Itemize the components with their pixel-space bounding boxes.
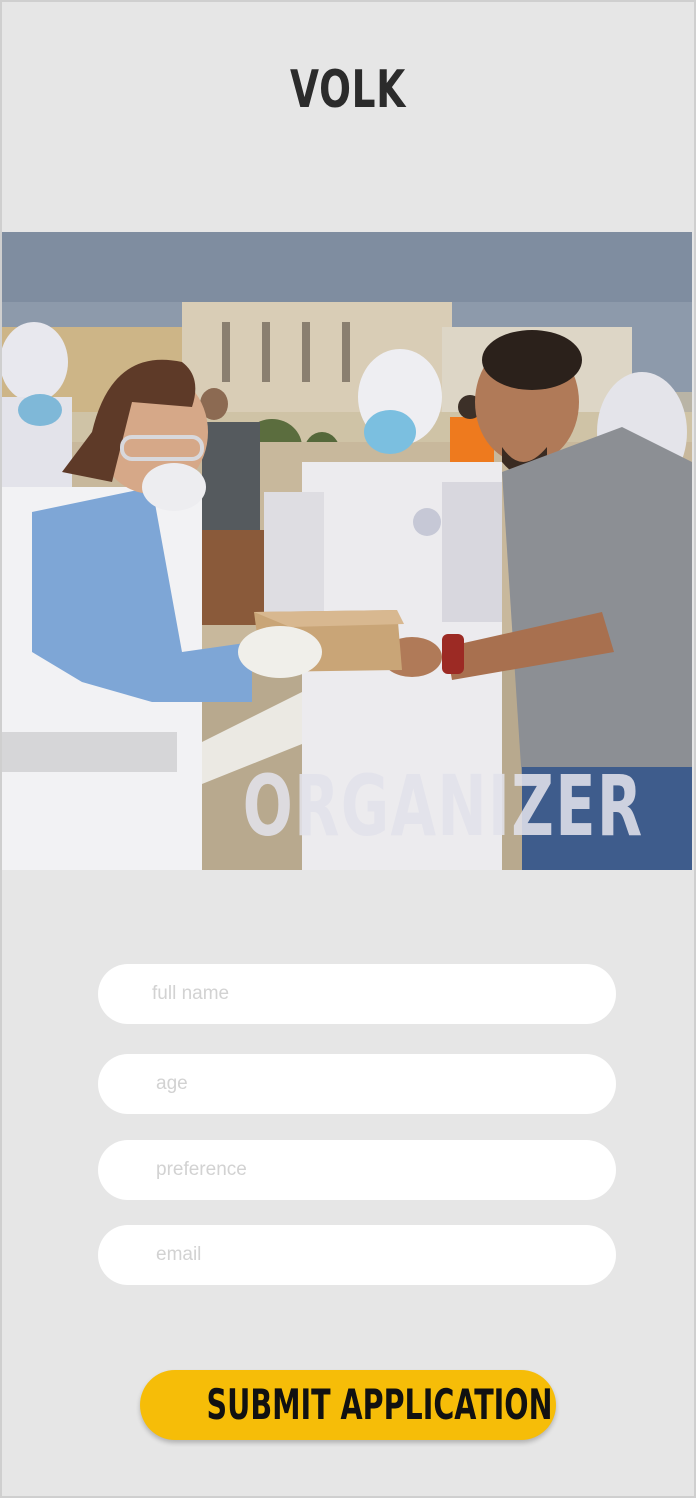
submit-application-button[interactable]: SUBMIT APPLICATION <box>140 1370 556 1440</box>
email-input[interactable] <box>98 1225 616 1285</box>
app-screen: VOLK ORGANIZER full name age preference … <box>0 0 696 1498</box>
submit-button-label: SUBMIT APPLICATION <box>206 1380 553 1429</box>
app-title: VOLK <box>290 60 406 120</box>
full-name-input[interactable] <box>98 964 616 1024</box>
hero-image: ORGANIZER <box>2 232 692 870</box>
age-input[interactable] <box>98 1054 616 1114</box>
preference-input[interactable] <box>98 1140 616 1200</box>
hero-caption: ORGANIZER <box>243 757 644 855</box>
